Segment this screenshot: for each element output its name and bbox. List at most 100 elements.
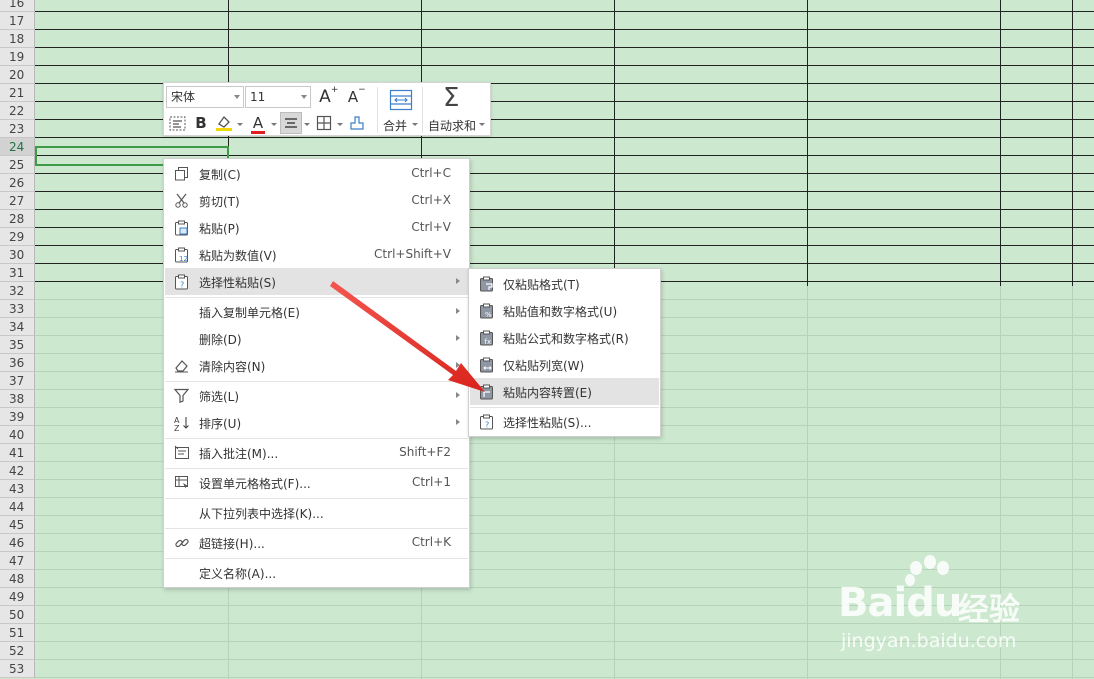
menu-item-format-cells[interactable]: 设置单元格格式(F)... Ctrl+1 xyxy=(165,469,468,496)
menu-item-cut[interactable]: 剪切(T) Ctrl+X xyxy=(165,187,468,214)
row-cells[interactable] xyxy=(35,48,1094,66)
row-header[interactable]: 27 xyxy=(0,192,35,210)
paste-values-icon: 12 xyxy=(173,246,190,263)
paste-special-icon: ? xyxy=(173,273,190,290)
svg-text:12: 12 xyxy=(179,255,188,263)
row-header[interactable]: 26 xyxy=(0,174,35,192)
row-header[interactable]: 17 xyxy=(0,12,35,30)
menu-item-insert-comment[interactable]: 插入批注(M)... Shift+F2 xyxy=(165,439,468,466)
font-decrease-button[interactable]: A − xyxy=(342,85,366,108)
bold-button[interactable]: B xyxy=(190,112,212,134)
font-size-select[interactable]: 11 xyxy=(245,86,311,108)
row-header[interactable]: 22 xyxy=(0,102,35,120)
menu-item-paste[interactable]: 粘贴(P) Ctrl+V xyxy=(165,214,468,241)
table-row[interactable]: 16 xyxy=(0,0,1094,12)
row-header[interactable]: 19 xyxy=(0,48,35,66)
row-header[interactable]: 35 xyxy=(0,336,35,354)
row-header[interactable]: 49 xyxy=(0,588,35,606)
row-cells[interactable] xyxy=(35,660,1094,678)
svg-text:Z: Z xyxy=(174,424,180,431)
menu-item-label: 粘贴为数值(V) xyxy=(199,249,277,263)
merge-button[interactable]: 合并 xyxy=(383,87,419,133)
row-header[interactable]: 28 xyxy=(0,210,35,228)
font-name-select[interactable]: 宋体 xyxy=(166,86,244,108)
font-increase-button[interactable]: A + xyxy=(314,85,338,108)
menu-item-insert-copied-cells[interactable]: 插入复制单元格(E) xyxy=(165,298,468,325)
font-decrease-glyph: A xyxy=(347,88,359,106)
chevron-down-icon[interactable] xyxy=(337,123,343,126)
row-header[interactable]: 47 xyxy=(0,552,35,570)
table-row[interactable]: 53 xyxy=(0,660,1094,678)
submenu-item-paste-column-width[interactable]: 仅粘贴列宽(W) xyxy=(470,351,659,378)
row-header[interactable]: 33 xyxy=(0,300,35,318)
row-header[interactable]: 25 xyxy=(0,156,35,174)
row-cells[interactable] xyxy=(35,0,1094,12)
font-color-button[interactable]: A xyxy=(247,112,269,134)
row-header[interactable]: 52 xyxy=(0,642,35,660)
row-header[interactable]: 38 xyxy=(0,390,35,408)
menu-item-pick-from-list[interactable]: 从下拉列表中选择(K)... xyxy=(165,499,468,526)
fill-color-button[interactable] xyxy=(213,112,235,134)
submenu-arrow-icon xyxy=(456,362,460,368)
wrap-text-button[interactable] xyxy=(166,112,188,134)
menu-item-sort[interactable]: AZ 排序(U) xyxy=(165,409,468,436)
row-header[interactable]: 50 xyxy=(0,606,35,624)
submenu-arrow-icon xyxy=(456,278,460,284)
menu-item-paste-values[interactable]: 12 粘贴为数值(V) Ctrl+Shift+V xyxy=(165,241,468,268)
menu-item-label: 粘贴公式和数字格式(R) xyxy=(503,332,629,346)
menu-item-hyperlink[interactable]: 超链接(H)... Ctrl+K xyxy=(165,529,468,556)
row-header[interactable]: 23 xyxy=(0,120,35,138)
submenu-item-paste-formula[interactable]: fx 粘贴公式和数字格式(R) xyxy=(470,324,659,351)
row-header[interactable]: 34 xyxy=(0,318,35,336)
chevron-down-icon[interactable] xyxy=(271,123,277,126)
row-header[interactable]: 42 xyxy=(0,462,35,480)
row-header[interactable]: 41 xyxy=(0,444,35,462)
row-header[interactable]: 48 xyxy=(0,570,35,588)
row-header[interactable]: 16 xyxy=(0,0,35,12)
row-cells[interactable] xyxy=(35,12,1094,30)
row-header[interactable]: 37 xyxy=(0,372,35,390)
row-header[interactable]: 39 xyxy=(0,408,35,426)
chevron-down-icon[interactable] xyxy=(304,123,310,126)
row-header[interactable]: 45 xyxy=(0,516,35,534)
table-row[interactable]: 19 xyxy=(0,48,1094,66)
menu-item-define-name[interactable]: 定义名称(A)... xyxy=(165,559,468,586)
paste-values-number-icon: % xyxy=(478,302,495,319)
row-header[interactable]: 36 xyxy=(0,354,35,372)
table-row[interactable]: 17 xyxy=(0,12,1094,30)
menu-item-paste-special[interactable]: ? 选择性粘贴(S) xyxy=(165,268,468,295)
align-center-button[interactable] xyxy=(280,112,302,134)
row-header[interactable]: 18 xyxy=(0,30,35,48)
menu-item-filter[interactable]: 筛选(L) xyxy=(165,382,468,409)
menu-item-copy[interactable]: 复制(C) Ctrl+C xyxy=(165,160,468,187)
row-header[interactable]: 20 xyxy=(0,66,35,84)
submenu-item-paste-values-number[interactable]: % 粘贴值和数字格式(U) xyxy=(470,297,659,324)
row-header[interactable]: 24 xyxy=(0,138,35,156)
row-header[interactable]: 46 xyxy=(0,534,35,552)
column-line xyxy=(807,286,808,679)
menu-item-delete[interactable]: 删除(D) xyxy=(165,325,468,352)
chevron-down-icon[interactable] xyxy=(237,123,243,126)
row-cells[interactable] xyxy=(35,30,1094,48)
autosum-button[interactable]: Σ 自动求和 xyxy=(426,84,486,133)
row-header[interactable]: 29 xyxy=(0,228,35,246)
row-header[interactable]: 32 xyxy=(0,282,35,300)
row-header[interactable]: 53 xyxy=(0,660,35,678)
chevron-down-icon xyxy=(412,123,418,126)
row-header[interactable]: 21 xyxy=(0,84,35,102)
row-header[interactable]: 43 xyxy=(0,480,35,498)
font-size-value: 11 xyxy=(250,90,266,104)
menu-item-label: 粘贴内容转置(E) xyxy=(503,386,592,400)
submenu-item-paste-special[interactable]: ? 选择性粘贴(S)... xyxy=(470,408,659,435)
row-header[interactable]: 40 xyxy=(0,426,35,444)
borders-button[interactable] xyxy=(313,112,335,134)
row-header[interactable]: 51 xyxy=(0,624,35,642)
format-painter-button[interactable] xyxy=(346,112,368,134)
row-header[interactable]: 44 xyxy=(0,498,35,516)
row-header[interactable]: 30 xyxy=(0,246,35,264)
menu-item-clear-contents[interactable]: 清除内容(N) xyxy=(165,352,468,379)
submenu-item-paste-format[interactable]: 仅粘贴格式(T) xyxy=(470,270,659,297)
submenu-item-paste-transpose[interactable]: 粘贴内容转置(E) xyxy=(470,378,659,405)
table-row[interactable]: 18 xyxy=(0,30,1094,48)
row-header[interactable]: 31 xyxy=(0,264,35,282)
